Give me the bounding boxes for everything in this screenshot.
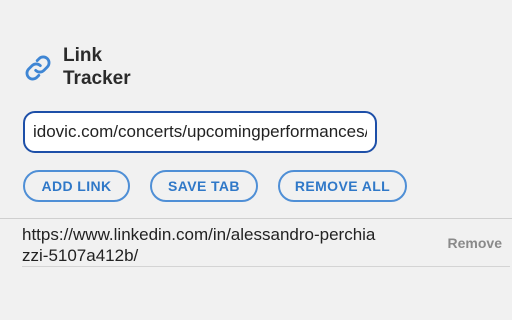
list-item: https://www.linkedin.com/in/alessandro-p… <box>22 221 512 267</box>
save-tab-button[interactable]: SAVE TAB <box>150 170 258 202</box>
app-title-line-2: Tracker <box>63 68 131 89</box>
row-divider <box>22 266 510 267</box>
remove-all-button[interactable]: REMOVE ALL <box>278 170 407 202</box>
remove-link-button[interactable]: Remove <box>448 235 502 251</box>
link-icon <box>25 55 51 81</box>
app-header: Link Tracker <box>24 44 264 92</box>
app-title-line-1: Link <box>63 45 103 66</box>
add-link-button[interactable]: ADD LINK <box>23 170 130 202</box>
section-divider <box>0 218 512 219</box>
url-input[interactable] <box>23 111 377 153</box>
link-url[interactable]: https://www.linkedin.com/in/alessandro-p… <box>22 224 382 266</box>
app-title: Link Tracker <box>63 44 131 90</box>
